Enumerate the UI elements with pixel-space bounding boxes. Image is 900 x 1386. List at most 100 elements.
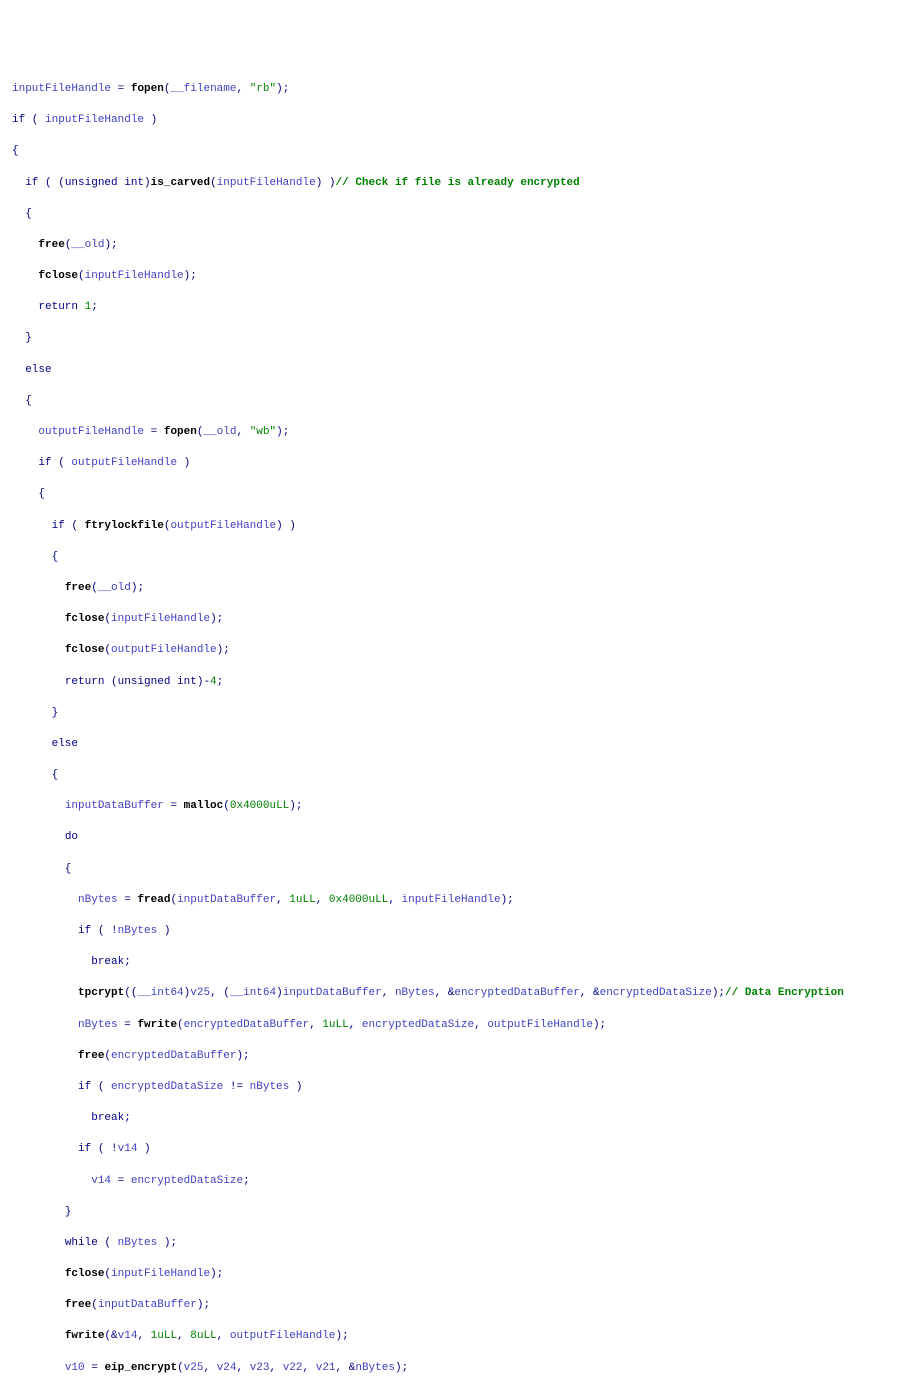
fn-call: eip_encrypt: [104, 1362, 177, 1374]
code-line: fclose(inputFileHandle);: [12, 269, 900, 285]
code-line: inputFileHandle = fopen(__filename, "rb"…: [12, 82, 900, 98]
arg: encryptedDataBuffer: [111, 1050, 236, 1062]
code-block: inputFileHandle = fopen(__filename, "rb"…: [12, 66, 900, 1386]
code-line: free(__old);: [12, 238, 900, 254]
code-line: if ( (unsigned int)is_carved(inputFileHa…: [12, 176, 900, 192]
fn-call: free: [38, 239, 64, 251]
code-line: nBytes = fwrite(encryptedDataBuffer, 1uL…: [12, 1018, 900, 1034]
number: 1uLL: [289, 894, 315, 906]
arg: encryptedDataSize: [600, 987, 712, 999]
arg: encryptedDataBuffer: [184, 1019, 309, 1031]
type: __int64: [137, 987, 183, 999]
code-line: fclose(inputFileHandle);: [12, 1267, 900, 1283]
arg: encryptedDataSize: [362, 1019, 474, 1031]
arg: outputFileHandle: [170, 520, 276, 532]
fn-call: malloc: [184, 800, 224, 812]
arg: nBytes: [395, 987, 435, 999]
arg: outputFileHandle: [487, 1019, 593, 1031]
variable: nBytes: [78, 1019, 118, 1031]
number: 0x4000uLL: [230, 800, 289, 812]
fn-call: free: [65, 1299, 91, 1311]
code-line: if ( encryptedDataSize != nBytes ): [12, 1080, 900, 1096]
code-line: }: [12, 706, 900, 722]
variable: encryptedDataSize: [111, 1081, 223, 1093]
code-line: nBytes = fread(inputDataBuffer, 1uLL, 0x…: [12, 893, 900, 909]
arg: inputFileHandle: [85, 270, 184, 282]
fn-call: ftrylockfile: [85, 520, 164, 532]
arg: inputFileHandle: [217, 177, 316, 189]
arg: __filename: [170, 83, 236, 95]
arg: inputFileHandle: [402, 894, 501, 906]
code-line: fclose(inputFileHandle);: [12, 612, 900, 628]
code-line: else: [12, 363, 900, 379]
string: "rb": [250, 83, 276, 95]
code-line: free(__old);: [12, 581, 900, 597]
code-line: outputFileHandle = fopen(__old, "wb");: [12, 425, 900, 441]
fn-call: fopen: [164, 426, 197, 438]
variable: nBytes: [78, 894, 118, 906]
code-line: {: [12, 768, 900, 784]
code-line: {: [12, 862, 900, 878]
code-line: if ( outputFileHandle ): [12, 456, 900, 472]
arg: inputFileHandle: [111, 613, 210, 625]
variable: nBytes: [250, 1081, 290, 1093]
string: "wb": [250, 426, 276, 438]
code-line: }: [12, 1205, 900, 1221]
arg: v24: [217, 1362, 237, 1374]
arg: v22: [283, 1362, 303, 1374]
variable: encryptedDataSize: [131, 1175, 243, 1187]
comment: // Check if file is already encrypted: [336, 177, 580, 189]
fn-call: fclose: [38, 270, 78, 282]
fn-call: is_carved: [151, 177, 210, 189]
variable: inputDataBuffer: [65, 800, 164, 812]
variable: inputFileHandle: [45, 114, 144, 126]
arg: v25: [190, 987, 210, 999]
arg: outputFileHandle: [230, 1330, 336, 1342]
code-line: v14 = encryptedDataSize;: [12, 1174, 900, 1190]
code-line: fwrite(&v14, 1uLL, 8uLL, outputFileHandl…: [12, 1329, 900, 1345]
code-line: else: [12, 737, 900, 753]
comment: // Data Encryption: [725, 987, 844, 999]
code-line: if ( ftrylockfile(outputFileHandle) ): [12, 519, 900, 535]
variable: outputFileHandle: [71, 457, 177, 469]
code-line: {: [12, 394, 900, 410]
arg: inputDataBuffer: [283, 987, 382, 999]
code-line: {: [12, 144, 900, 160]
code-line: return 1;: [12, 300, 900, 316]
variable: outputFileHandle: [38, 426, 144, 438]
type: __int64: [230, 987, 276, 999]
arg: __old: [98, 582, 131, 594]
fn-call: fclose: [65, 644, 105, 656]
variable: inputFileHandle: [12, 83, 111, 95]
fn-call: free: [78, 1050, 104, 1062]
arg: outputFileHandle: [111, 644, 217, 656]
variable: nBytes: [118, 1237, 158, 1249]
code-line: break;: [12, 955, 900, 971]
code-line: return (unsigned int)-4;: [12, 675, 900, 691]
code-line: }: [12, 331, 900, 347]
code-line: break;: [12, 1111, 900, 1127]
fn-call: fclose: [65, 1268, 105, 1280]
fn-call: fopen: [131, 83, 164, 95]
code-line: inputDataBuffer = malloc(0x4000uLL);: [12, 799, 900, 815]
fn-call: tpcrypt: [78, 987, 124, 999]
code-line: while ( nBytes );: [12, 1236, 900, 1252]
arg: __old: [71, 239, 104, 251]
variable: v14: [118, 1143, 138, 1155]
arg: encryptedDataBuffer: [454, 987, 579, 999]
fn-call: free: [65, 582, 91, 594]
number: 1: [85, 301, 92, 313]
variable: v14: [91, 1175, 111, 1187]
variable: v10: [65, 1362, 85, 1374]
arg: inputFileHandle: [111, 1268, 210, 1280]
code-line: v10 = eip_encrypt(v25, v24, v23, v22, v2…: [12, 1361, 900, 1377]
code-line: if ( !v14 ): [12, 1142, 900, 1158]
arg: __old: [203, 426, 236, 438]
code-line: {: [12, 487, 900, 503]
arg: nBytes: [355, 1362, 395, 1374]
number: 4: [210, 676, 217, 688]
code-line: do: [12, 830, 900, 846]
variable: nBytes: [118, 925, 158, 937]
code-line: free(encryptedDataBuffer);: [12, 1049, 900, 1065]
fn-call: fwrite: [65, 1330, 105, 1342]
